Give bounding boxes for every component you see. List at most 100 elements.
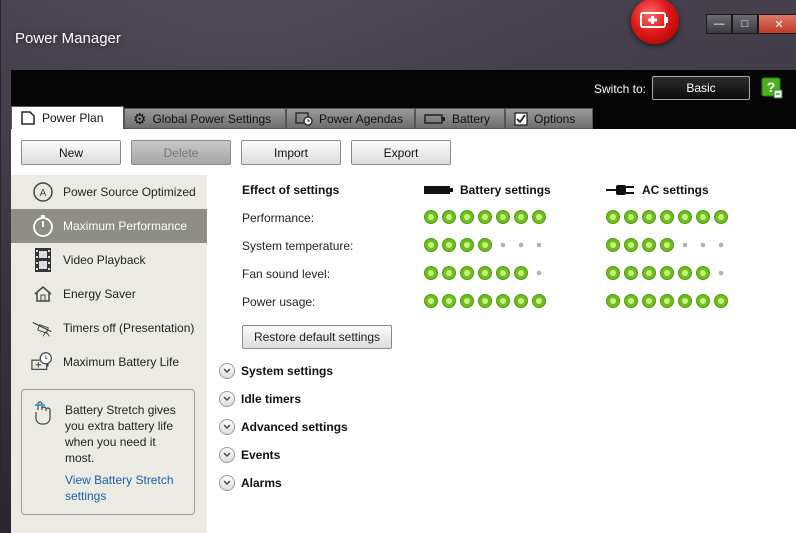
battery-icon	[424, 113, 445, 124]
level-dot-on	[606, 294, 620, 308]
level-dot-on	[714, 210, 728, 224]
window-title: Power Manager	[15, 30, 121, 47]
level-dot-on	[696, 294, 710, 308]
sidebar-item-label: Video Playback	[63, 253, 146, 267]
level-dot-on	[660, 294, 674, 308]
effect-heading: Effect of settings	[242, 183, 340, 197]
sidebar-item-power-source-optimized[interactable]: A Power Source Optimized	[11, 175, 207, 209]
tab-label: Options	[534, 111, 576, 126]
chevron-down-icon	[219, 475, 235, 491]
level-dot-on	[678, 266, 692, 280]
gear-icon: ⚙	[133, 110, 147, 128]
restore-default-settings-button[interactable]: Restore default settings	[242, 325, 392, 349]
content-panel: New Delete Import Export A Power Source …	[11, 129, 796, 533]
level-dot-on	[642, 210, 656, 224]
temperature-battery-meter	[424, 238, 546, 252]
section-label: Alarms	[241, 476, 282, 490]
section-events[interactable]: Events	[219, 447, 280, 463]
level-dot-on	[660, 266, 674, 280]
level-dot-on	[624, 210, 638, 224]
sidebar-item-label: Energy Saver	[63, 287, 136, 301]
level-dot-on	[660, 210, 674, 224]
performance-battery-meter	[424, 210, 546, 224]
level-dot-on	[424, 238, 438, 252]
section-idle-timers[interactable]: Idle timers	[219, 391, 301, 407]
tab-power-plan[interactable]: Power Plan	[11, 106, 124, 129]
tab-global-power-settings[interactable]: ⚙ Global Power Settings	[124, 108, 286, 129]
sidebar-item-label: Power Source Optimized	[63, 185, 196, 199]
level-dot-on	[714, 294, 728, 308]
level-dot-on	[460, 266, 474, 280]
effect-of-settings-panel: Effect of settings Battery settings AC s…	[207, 175, 796, 533]
section-label: Events	[241, 448, 281, 462]
power-manager-window: Power Manager — □ ✕ Switch to: Basic ? P…	[0, 0, 796, 533]
level-dot-on	[460, 294, 474, 308]
sidebar-item-timers-off[interactable]: Timers off (Presentation)	[11, 311, 207, 345]
plug-icon	[606, 185, 634, 195]
level-dot-on	[424, 210, 438, 224]
stopwatch-icon	[31, 214, 55, 238]
level-dot-on	[624, 266, 638, 280]
level-dot-on	[642, 238, 656, 252]
level-dot-on	[696, 266, 710, 280]
export-button[interactable]: Export	[351, 140, 451, 165]
level-dot-on	[496, 294, 510, 308]
section-alarms[interactable]: Alarms	[219, 475, 282, 491]
level-dot-on	[424, 266, 438, 280]
temperature-ac-meter	[606, 238, 728, 252]
level-dot-on	[442, 266, 456, 280]
level-dot-on	[532, 294, 546, 308]
power-source-icon: A	[31, 180, 55, 204]
section-advanced-settings[interactable]: Advanced settings	[219, 419, 348, 435]
tab-options[interactable]: Options	[505, 108, 593, 129]
level-dot-on	[606, 210, 620, 224]
level-dot-on	[514, 294, 528, 308]
sidebar-item-maximum-battery-life[interactable]: Maximum Battery Life	[11, 345, 207, 379]
performance-label: Performance:	[242, 211, 315, 225]
chevron-down-icon	[219, 363, 235, 379]
finger-ribbon-icon	[32, 400, 54, 429]
battery-stretch-link[interactable]: View Battery Stretch settings	[65, 472, 187, 504]
sidebar-item-energy-saver[interactable]: Energy Saver	[11, 277, 207, 311]
caption-buttons: — □ ✕	[706, 14, 796, 34]
import-button[interactable]: Import	[241, 140, 341, 165]
sidebar-item-maximum-performance[interactable]: Maximum Performance	[11, 209, 207, 243]
fan-battery-meter	[424, 266, 546, 280]
level-dot-off	[696, 238, 710, 252]
level-dot-on	[642, 294, 656, 308]
tab-label: Power Plan	[42, 111, 104, 125]
level-dot-on	[442, 210, 456, 224]
section-label: System settings	[241, 364, 334, 378]
switch-basic-button[interactable]: Basic	[652, 76, 750, 100]
close-icon: ✕	[774, 18, 784, 31]
maximize-icon: □	[741, 18, 749, 30]
level-dot-on	[478, 238, 492, 252]
power-usage-ac-meter	[606, 294, 728, 308]
ac-settings-label: AC settings	[642, 183, 709, 197]
chevron-down-icon	[219, 391, 235, 407]
clock-icon	[295, 111, 313, 126]
section-system-settings[interactable]: System settings	[219, 363, 333, 379]
tab-label: Power Agendas	[319, 111, 404, 126]
delete-button[interactable]: Delete	[131, 140, 231, 165]
level-dot-on	[660, 238, 674, 252]
tab-battery[interactable]: Battery	[415, 108, 505, 129]
sidebar-item-label: Maximum Performance	[63, 219, 188, 233]
minimize-button[interactable]: —	[706, 14, 732, 34]
level-dot-on	[678, 294, 692, 308]
new-button[interactable]: New	[21, 140, 121, 165]
tab-power-agendas[interactable]: Power Agendas	[286, 108, 415, 129]
maximize-button[interactable]: □	[732, 14, 758, 34]
level-dot-on	[624, 294, 638, 308]
battery-settings-label: Battery settings	[460, 183, 551, 197]
level-dot-on	[514, 266, 528, 280]
level-dot-on	[696, 210, 710, 224]
tab-label: Battery	[452, 111, 491, 126]
tab-bar: Power Plan ⚙ Global Power Settings Power…	[11, 106, 796, 129]
help-icon[interactable]: ?	[761, 77, 783, 102]
battery-icon	[424, 186, 453, 194]
battery-clock-icon	[31, 350, 55, 374]
close-button[interactable]: ✕	[758, 14, 796, 34]
battery-settings-heading: Battery settings	[424, 183, 551, 197]
sidebar-item-video-playback[interactable]: Video Playback	[11, 243, 207, 277]
